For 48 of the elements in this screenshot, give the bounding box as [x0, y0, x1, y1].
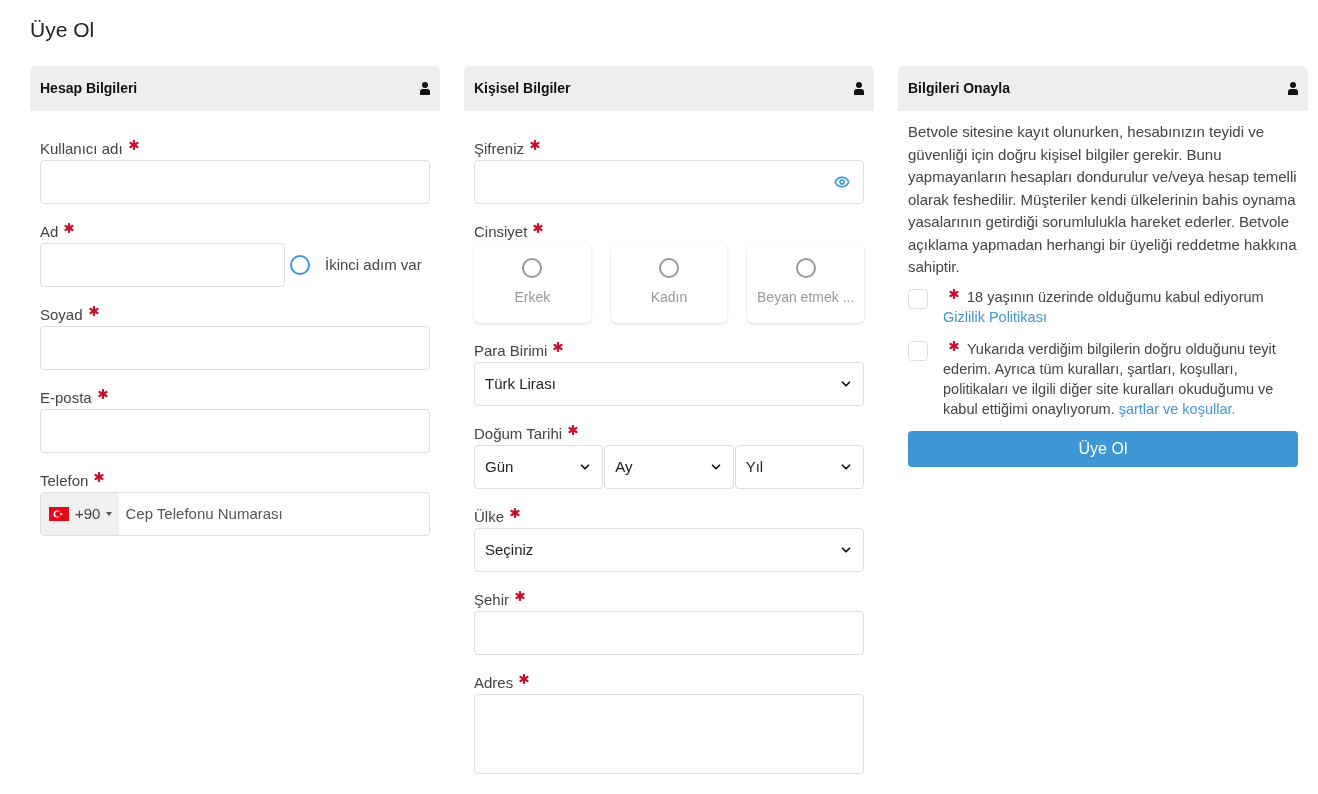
input-field[interactable]: [40, 160, 430, 204]
field-label: Cinsiyet: [474, 222, 528, 242]
radio-label: İkinci adım var: [325, 254, 422, 275]
textarea-field[interactable]: [474, 694, 864, 774]
agreement-text: 18 yaşının üzerinde olduğumu kabul ediyorum Gizlilik Politikası: [943, 287, 1264, 327]
country-picker[interactable]: +90: [41, 493, 120, 535]
caret-icon: [106, 512, 113, 516]
field-label: E-posta: [40, 388, 92, 408]
input-field[interactable]: [474, 611, 864, 655]
field-label: Soyad: [40, 305, 83, 325]
select-field[interactable]: Yıl: [734, 445, 864, 489]
select-field[interactable]: Seçiniz: [474, 528, 864, 572]
checkbox[interactable]: [908, 340, 928, 361]
person-icon: [854, 82, 864, 95]
select-field[interactable]: Türk Lirası: [474, 362, 864, 406]
checkbox[interactable]: [908, 288, 928, 309]
person-icon: [1288, 82, 1298, 95]
field-label: Kullanıcı adı: [40, 139, 123, 159]
field-label: Telefon: [40, 471, 89, 491]
select-field[interactable]: Ay: [604, 445, 734, 489]
page-title: Üye Ol: [30, 17, 96, 43]
panel-title: Kişisel Bilgiler: [474, 79, 571, 98]
password-field[interactable]: [474, 160, 864, 204]
field-label: Ad: [40, 222, 59, 242]
option-label: Beyan etmek ...: [757, 288, 855, 307]
option-label: Erkek: [514, 288, 551, 307]
field-label: Ülke: [474, 507, 504, 527]
input-field[interactable]: [40, 326, 430, 370]
field-label: Şifreniz: [474, 139, 525, 159]
phone-input[interactable]: Cep Telefonu Numarası: [119, 493, 429, 535]
panel-title: Hesap Bilgileri: [40, 79, 138, 98]
panel-title: Bilgileri Onayla: [908, 79, 1010, 98]
field-label: Para Birimi: [474, 341, 548, 361]
input-field[interactable]: [40, 409, 430, 453]
country-code: +90: [75, 503, 101, 524]
input-field[interactable]: [40, 243, 285, 287]
field-label: Şehir: [474, 590, 510, 610]
radio-button[interactable]: [290, 255, 310, 275]
field-label: Adres: [474, 673, 514, 693]
option-label: Kadın: [650, 288, 688, 307]
field-label: Doğum Tarihi: [474, 424, 563, 444]
intro-paragraph: Betvole sitesine kayıt olunurken, hesabınızın teyidi ve güvenliği için doğru kişisel bilgiler gerekir. Bunu yapmayanların hesapları dondurulur ve/veya hesap temelli olarak feshedilir. Müşteriler kendi ülkelerinin bahis oynama yasalarının getirdiği sorumlulukla hareket ederler. Betvole açıklama yapmadan herhangi bir üyeliği reddetme hakkına sahiptir.: [908, 122, 1298, 277]
person-icon: [420, 82, 430, 95]
phone-field[interactable]: +90 Cep Telefonu Numarası: [40, 492, 430, 536]
select-field[interactable]: Gün: [474, 445, 604, 489]
agreement-text: Yukarıda verdiğim bilgilerin doğru olduğunu teyit ederim. Ayrıca tüm kuralları, şartları, koşulları, politikaları ve ilgili diğer site kuralları okuduğumu ve kabul ettiğimi onaylıyorum. şartlar ve koşullar.: [943, 339, 1277, 419]
crescent-star-flag-icon: [49, 507, 69, 521]
eye-icon[interactable]: [834, 174, 850, 190]
